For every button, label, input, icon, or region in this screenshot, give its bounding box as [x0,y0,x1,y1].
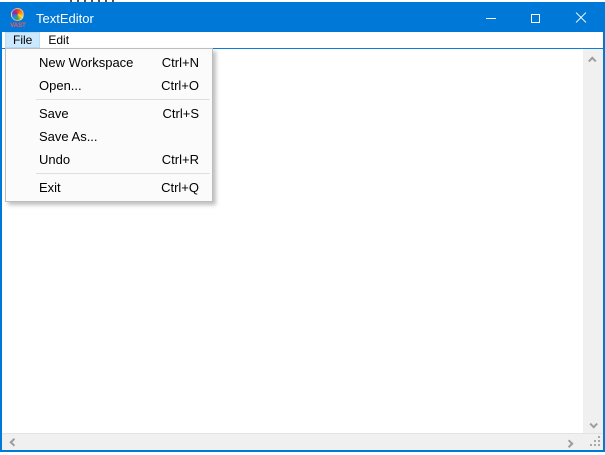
scroll-left-button[interactable] [4,434,22,450]
menu-item-undo[interactable]: Undo Ctrl+R [6,148,212,171]
menu-item-label: Undo [39,152,71,167]
menu-bar: File Edit [2,32,603,48]
menu-item-save[interactable]: Save Ctrl+S [6,102,212,125]
menu-item-shortcut: Ctrl+S [162,106,199,121]
file-dropdown-menu: New Workspace Ctrl+N Open... Ctrl+O Save… [5,48,213,202]
menu-item-shortcut: Ctrl+R [161,152,199,167]
menu-item-label: Exit [39,180,61,195]
scroll-up-button[interactable] [583,51,603,68]
vertical-scrollbar[interactable] [583,49,603,433]
minimize-icon [485,17,496,19]
menu-item-exit[interactable]: Exit Ctrl+Q [6,176,212,199]
menu-item-shortcut: Ctrl+Q [161,180,199,195]
window-title: TextEditor [36,10,94,26]
chevron-down-icon [589,419,598,429]
vast-logo-text: VAST [10,23,26,29]
close-button[interactable] [558,4,603,32]
vast-logo-icon: VAST [8,7,28,29]
resize-grip-icon[interactable] [590,436,600,446]
title-bar[interactable]: VAST TextEditor [2,4,603,32]
app-window: VAST TextEditor File Edit New Workspace … [0,2,605,452]
menu-item-shortcut: Ctrl+O [161,78,199,93]
horizontal-scrollbar[interactable] [2,433,603,450]
menu-item-save-as[interactable]: Save As... [6,125,212,148]
menu-item-label: Open... [39,78,82,93]
minimize-button[interactable] [468,4,513,32]
menubar-item-edit[interactable]: Edit [40,32,77,48]
menu-item-label: Save [39,106,69,121]
menu-item-label: New Workspace [39,55,134,70]
chevron-up-icon [588,55,597,65]
menu-separator [36,99,210,100]
menu-item-new-workspace[interactable]: New Workspace Ctrl+N [6,51,212,74]
menubar-item-file[interactable]: File [5,32,41,48]
menu-item-label: Save As... [39,129,98,144]
scroll-down-button[interactable] [583,416,603,433]
maximize-button[interactable] [513,4,558,32]
close-icon [575,12,587,24]
scroll-right-button[interactable] [561,434,579,450]
maximize-icon [531,13,540,23]
chevron-right-icon [565,438,574,448]
menu-item-open[interactable]: Open... Ctrl+O [6,74,212,97]
chevron-left-icon [9,437,18,447]
color-wheel-icon [11,8,24,21]
menu-item-shortcut: Ctrl+N [161,55,199,70]
menu-separator [36,173,210,174]
